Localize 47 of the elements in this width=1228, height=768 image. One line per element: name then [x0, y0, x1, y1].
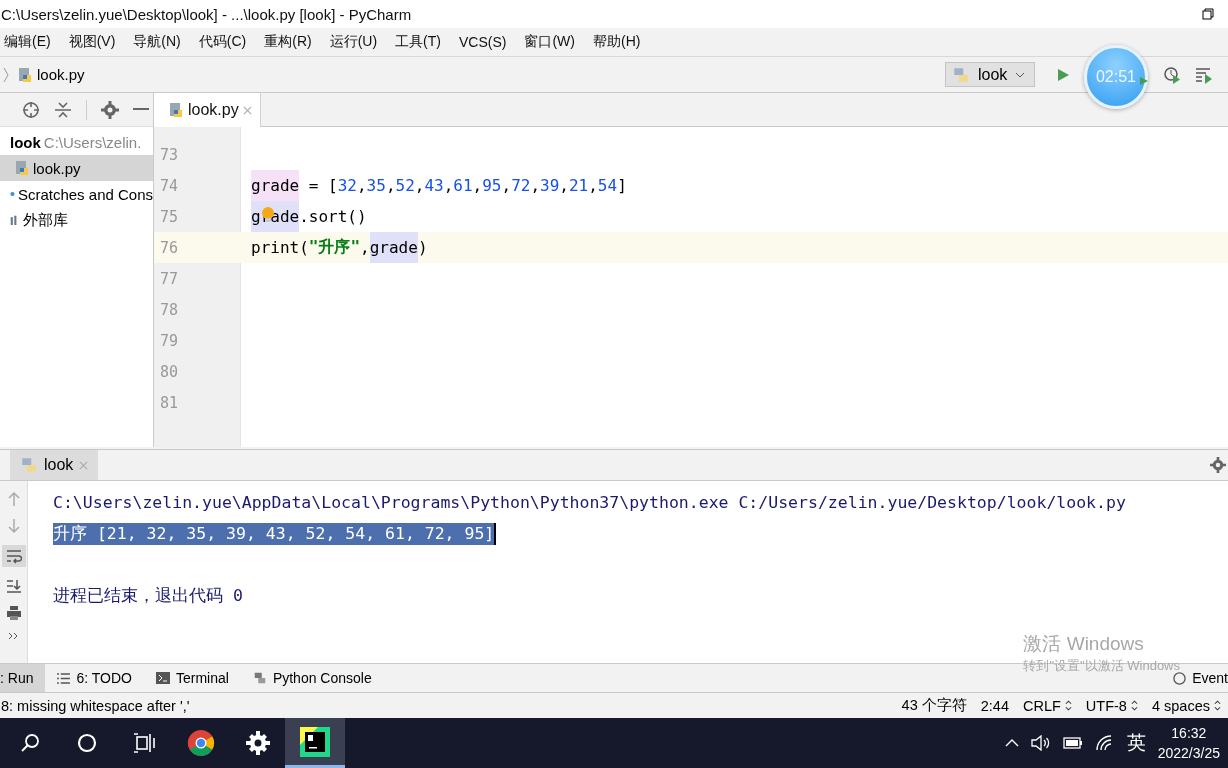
menu-item[interactable]: 导航(N) — [129, 33, 189, 51]
menu-item[interactable]: 运行(U) — [325, 33, 386, 51]
code-line: print("升序",grade) — [251, 232, 428, 263]
status-item[interactable]: CRLF — [1016, 697, 1079, 714]
tool-window-tab[interactable]: : Run — [0, 664, 46, 692]
status-message: 8: missing whitespace after ',' — [0, 697, 190, 714]
tree-item[interactable]: look C:\Users\zelin. — [0, 129, 153, 155]
tool-window-tab[interactable]: Python Console — [240, 664, 384, 692]
tree-item[interactable]: look.py — [0, 155, 153, 181]
line-number: 74 — [159, 176, 180, 195]
status-item[interactable]: 43 个字符 — [894, 696, 974, 715]
console-tab[interactable]: look — [10, 450, 99, 480]
clock-time[interactable]: 16:32 — [1171, 723, 1207, 743]
menu-item[interactable]: 代码(C) — [194, 33, 255, 51]
menu-item[interactable]: 窗口(W) — [520, 33, 583, 51]
input-method-indicator[interactable]: 英 — [1126, 730, 1146, 756]
line-number: 78 — [159, 300, 180, 319]
activation-watermark-title: 激活 Windows — [1023, 632, 1145, 656]
line-number: 73 — [159, 145, 180, 164]
line-number: 80 — [159, 362, 180, 381]
console-output: 升序 [21, 32, 35, 39, 43, 52, 54, 61, 72, 95] — [53, 522, 497, 545]
tree-item[interactable]: Scratches and Cons — [0, 181, 153, 207]
tool-window-tab[interactable]: 6: TODO — [45, 664, 144, 692]
menu-item[interactable]: VCS(S) — [455, 34, 515, 50]
console-output: 进程已结束，退出代码 0 — [53, 584, 243, 607]
line-number: 77 — [159, 269, 180, 288]
menu-item[interactable]: 重构(R) — [260, 33, 320, 51]
tool-window-tab[interactable]: Terminal — [144, 664, 241, 692]
activation-watermark-text: 转到"设置"以激活 Windows — [1023, 657, 1180, 675]
status-item[interactable]: 2:44 — [973, 697, 1016, 714]
line-number: 75 — [159, 207, 180, 226]
line-number: 79 — [159, 331, 180, 350]
status-item[interactable]: UTF-8 — [1078, 697, 1145, 714]
status-item[interactable]: 4 spaces — [1144, 697, 1228, 714]
tree-item[interactable]: 外部库 — [0, 207, 153, 233]
breadcrumb[interactable]: look.py — [37, 66, 85, 83]
menu-item[interactable]: 帮助(H) — [589, 33, 649, 51]
run-configuration-dropdown[interactable]: look — [945, 62, 1035, 87]
line-number: 81 — [159, 393, 180, 412]
menu-item[interactable]: 编辑(E) — [0, 33, 59, 51]
console-output: C:\Users\zelin.yue\AppData\Local\Programs\Python\Python37\python.exe C:/Users/zelin.yue/Desktop/look/look.py — [53, 493, 1126, 512]
menu-item[interactable]: 视图(V) — [64, 33, 124, 51]
clock-date[interactable]: 2022/3/25 — [1157, 743, 1220, 763]
editor-tab[interactable]: look.py — [154, 93, 261, 127]
menu-item[interactable]: 工具(T) — [391, 33, 449, 51]
code-line: grade = [32,35,52,43,61,95,72,39,21,54] — [251, 170, 627, 201]
window-title: C:\Users\zelin.yue\Desktop\look] - ...\look.py [look] - PyCharm — [0, 5, 412, 23]
